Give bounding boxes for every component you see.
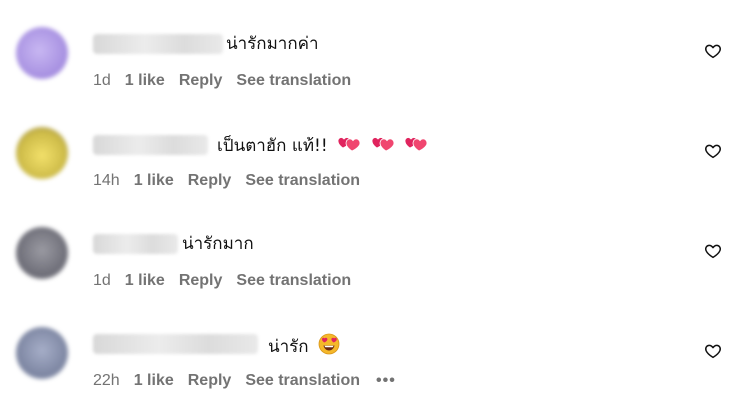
see-translation-button[interactable]: See translation — [236, 71, 351, 91]
reply-button[interactable]: Reply — [179, 271, 223, 291]
comment-meta: 22h 1 like Reply See translation ••• — [93, 371, 410, 391]
reply-button[interactable]: Reply — [179, 71, 223, 91]
comment-item: น่ารักมากค่า 1d 1 like Reply See translatio… — [0, 0, 737, 100]
comment-meta: 1d 1 like Reply See translation — [93, 271, 365, 291]
username[interactable] — [93, 334, 258, 354]
like-count[interactable]: 1 like — [125, 271, 165, 291]
comment-text: น่ารักมากค่า — [226, 33, 319, 55]
comment-text: น่ารัก — [268, 333, 340, 361]
see-translation-button[interactable]: See translation — [245, 371, 360, 391]
comment-meta: 14h 1 like Reply See translation — [93, 171, 374, 191]
like-count[interactable]: 1 like — [134, 371, 174, 391]
reply-button[interactable]: Reply — [188, 371, 232, 391]
avatar[interactable] — [16, 27, 68, 79]
username[interactable] — [93, 135, 208, 155]
comment-item: น่ารักมาก 1d 1 like Reply See translation — [0, 200, 737, 300]
comment-meta: 1d 1 like Reply See translation — [93, 71, 365, 91]
avatar[interactable] — [16, 227, 68, 279]
see-translation-button[interactable]: See translation — [236, 271, 351, 291]
like-count[interactable]: 1 like — [125, 71, 165, 91]
comment-text-content: น่ารักมาก — [182, 234, 254, 254]
comment-time[interactable]: 1d — [93, 271, 111, 291]
heart-outline-icon[interactable] — [704, 42, 722, 60]
comment-time[interactable]: 22h — [93, 371, 120, 391]
like-count[interactable]: 1 like — [134, 171, 174, 191]
comment-text: เป็นตาฮัก แท้!! — [217, 133, 428, 159]
comment-text-content: เป็นตาฮัก แท้!! — [217, 136, 328, 156]
see-translation-button[interactable]: See translation — [245, 171, 360, 191]
comment-time[interactable]: 1d — [93, 71, 111, 91]
comment-item: น่ารัก 22h 1 like Reply See translation ••• — [0, 300, 737, 400]
more-options-icon[interactable]: ••• — [376, 371, 396, 391]
heart-outline-icon[interactable] — [704, 142, 722, 160]
comment-text-content: น่ารักมากค่า — [226, 34, 319, 54]
avatar[interactable] — [16, 127, 68, 179]
heart-outline-icon[interactable] — [704, 242, 722, 260]
heart-eyes-icon — [318, 333, 340, 361]
reply-button[interactable]: Reply — [188, 171, 232, 191]
username[interactable] — [93, 34, 223, 54]
heart-outline-icon[interactable] — [704, 342, 722, 360]
two-hearts-icon — [337, 133, 361, 159]
avatar[interactable] — [16, 327, 68, 379]
two-hearts-icon — [371, 133, 395, 159]
two-hearts-icon — [404, 133, 428, 159]
username[interactable] — [93, 234, 178, 254]
comment-item: เป็นตาฮัก แท้!! 14h 1 like Reply See transl… — [0, 100, 737, 200]
comment-text-content: น่ารัก — [268, 337, 309, 357]
comment-time[interactable]: 14h — [93, 171, 120, 191]
comment-text: น่ารักมาก — [182, 233, 254, 255]
